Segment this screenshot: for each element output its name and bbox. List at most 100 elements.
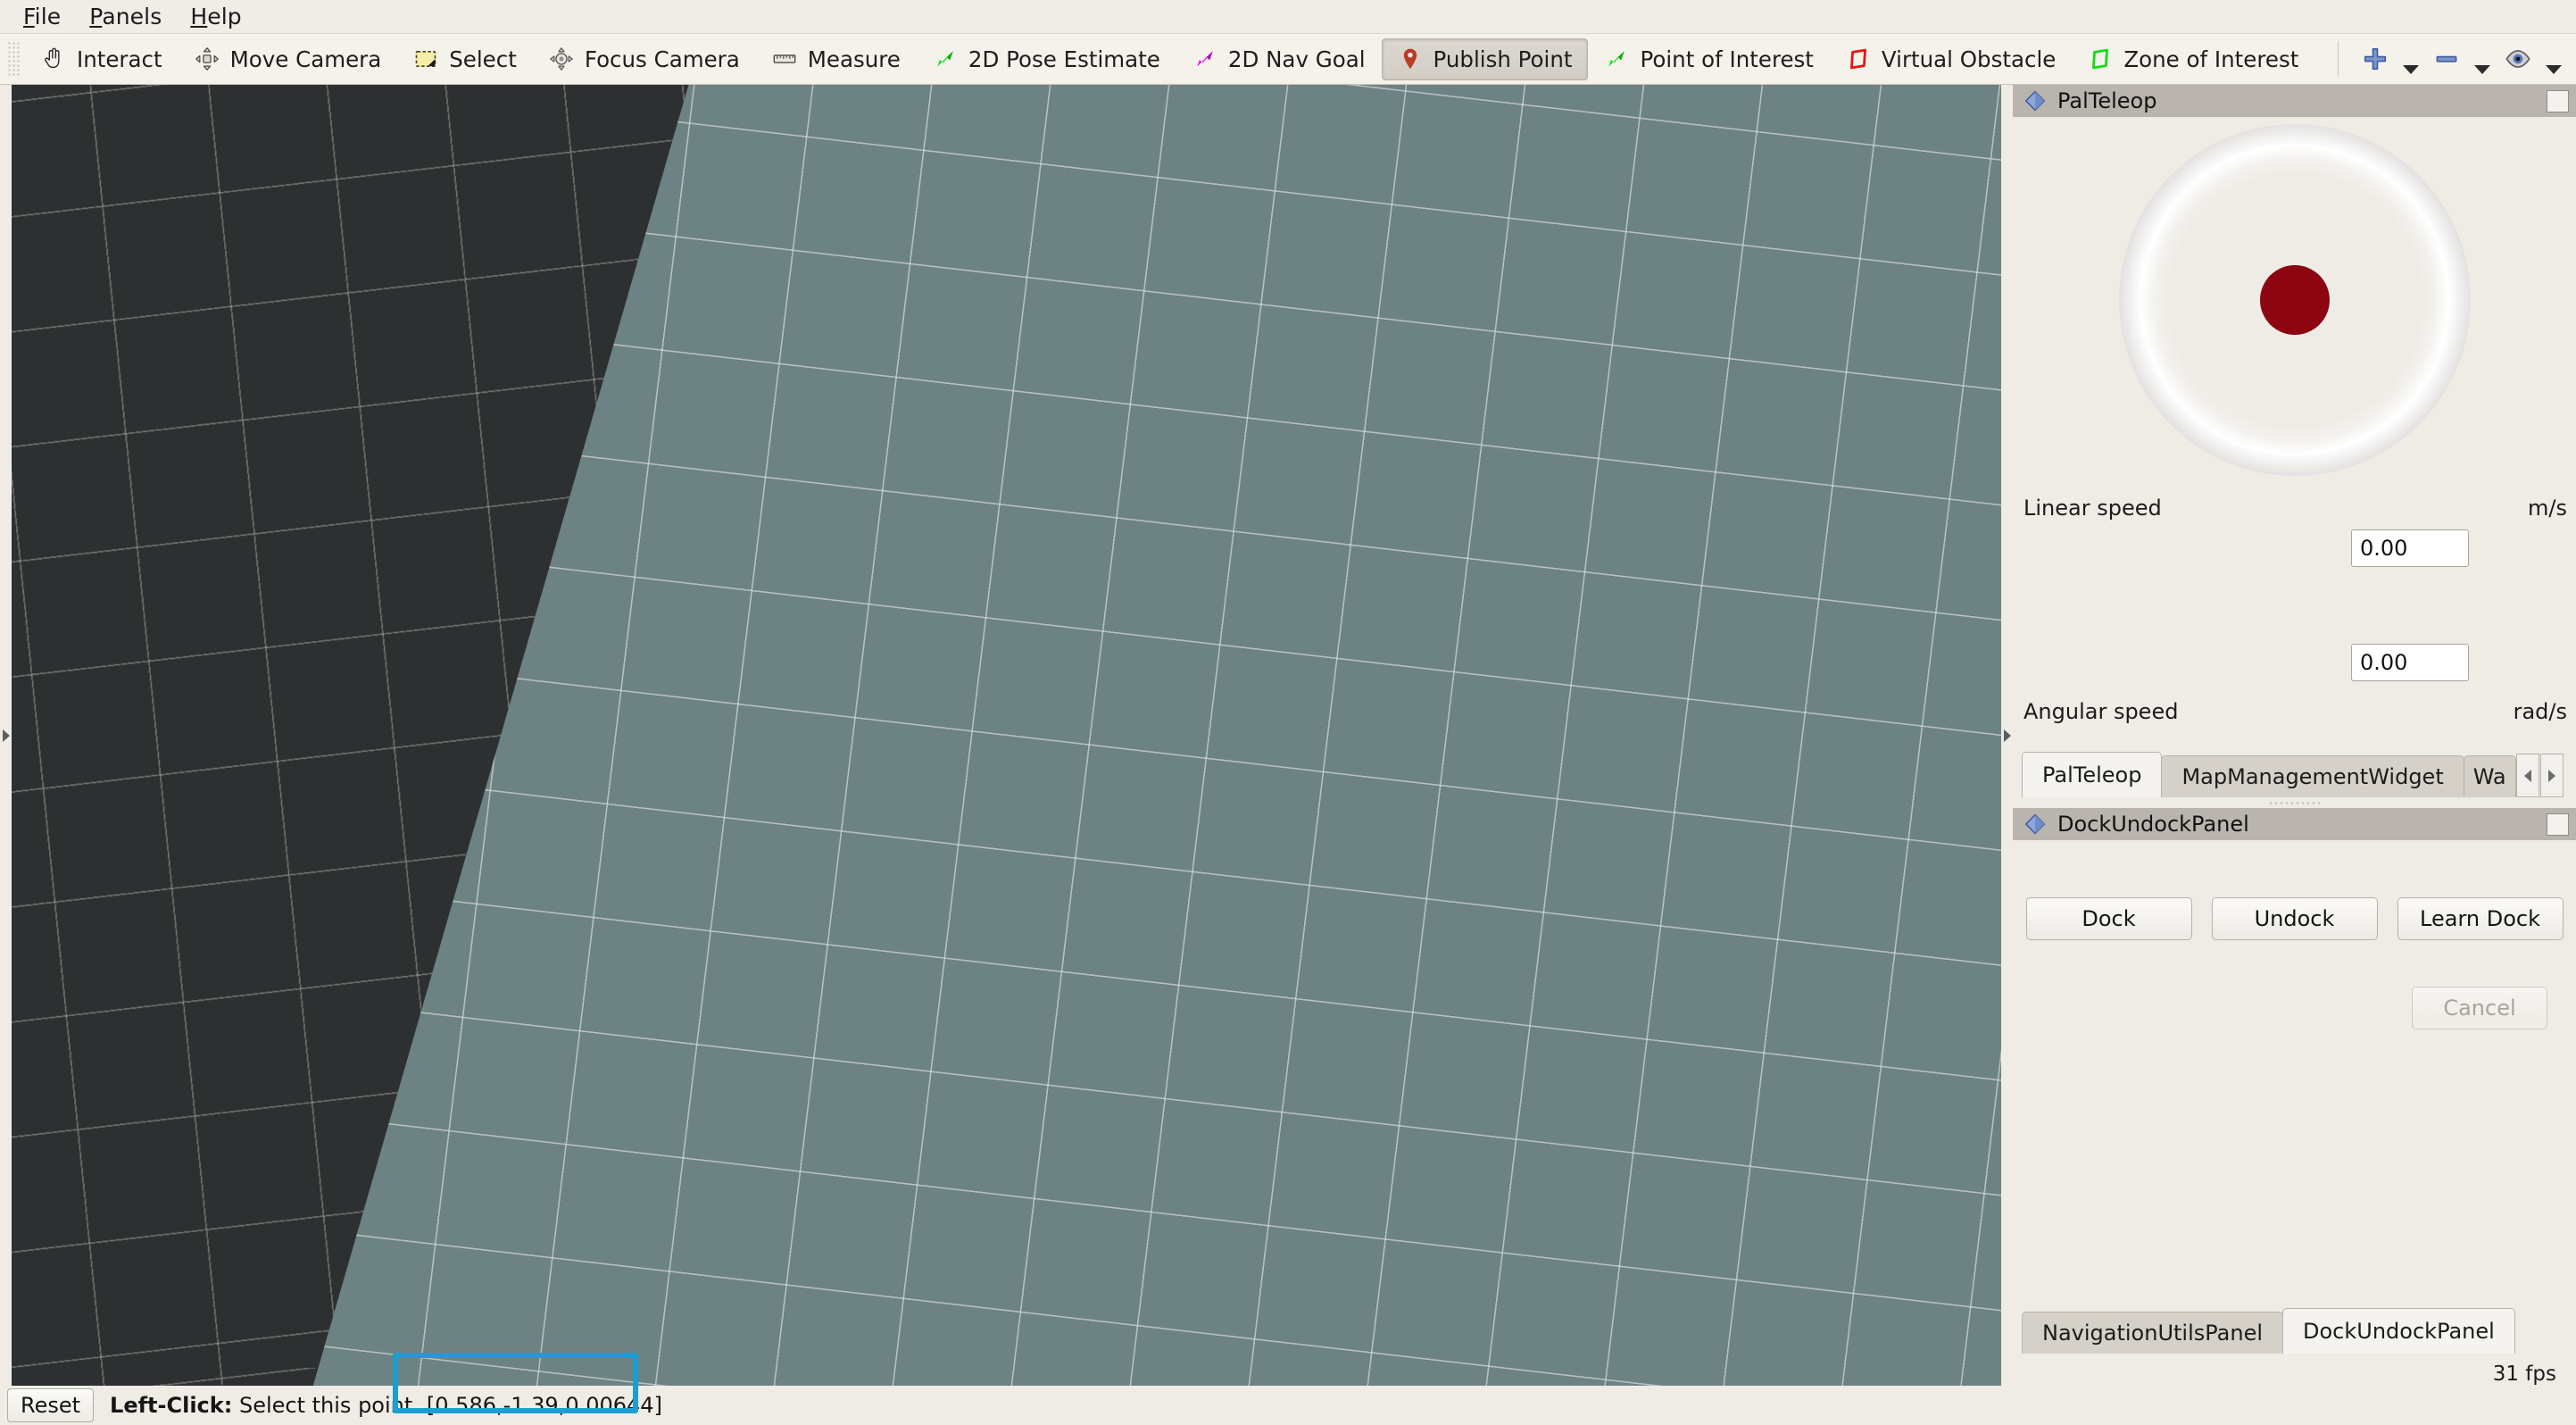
tool-2d-nav-goal-button[interactable]: 2D Nav Goal: [1176, 38, 1382, 80]
menu-panels[interactable]: Panels: [75, 2, 176, 31]
hand-cursor-icon: [41, 46, 66, 71]
visibility-eye-icon[interactable]: [2497, 38, 2539, 79]
tool-measure-button[interactable]: Measure: [756, 38, 917, 80]
left-panel-splitter-handle[interactable]: [0, 85, 12, 1386]
tool-zone-of-interest-button[interactable]: Zone of Interest: [2072, 38, 2314, 80]
cancel-button[interactable]: Cancel: [2412, 987, 2547, 1029]
cancel-row: Cancel: [2013, 940, 2576, 1029]
menu-bar: File Panels Help: [0, 0, 2576, 34]
tool-select-label: Select: [449, 46, 517, 72]
tab-palteleop[interactable]: PalTeleop: [2022, 752, 2163, 797]
linear-speed-label: Linear speed: [2023, 496, 2162, 521]
right-panel-splitter-handle[interactable]: [2001, 85, 2013, 1386]
teleop-joystick[interactable]: [2118, 124, 2471, 476]
reset-button[interactable]: Reset: [7, 1388, 95, 1422]
tool-point-of-interest-label: Point of Interest: [1640, 46, 1814, 72]
green-arrow-icon: [933, 46, 958, 71]
map-pin-icon: [1398, 46, 1423, 71]
tab-dockundockpanel[interactable]: DockUndockPanel: [2282, 1308, 2515, 1354]
tabbar-scroll-right-button[interactable]: [2539, 754, 2564, 797]
tab-mapmanagementwidget[interactable]: MapManagementWidget: [2161, 755, 2464, 797]
menu-file-accel: F: [23, 4, 35, 29]
diamond-icon: [2023, 812, 2047, 836]
tab-waypoint-label: Wa: [2472, 764, 2506, 789]
tool-zone-of-interest-label: Zone of Interest: [2123, 46, 2299, 72]
tool-2d-nav-goal-label: 2D Nav Goal: [1227, 46, 1366, 72]
tool-focus-camera-label: Focus Camera: [584, 46, 740, 72]
add-tool-icon[interactable]: [2355, 38, 2396, 79]
angular-speed-block: Angular speed rad/s: [2013, 612, 2576, 747]
menu-file-label: ile: [34, 4, 62, 29]
tabbar-scroll-left-button[interactable]: [2515, 754, 2539, 797]
menu-file[interactable]: File: [9, 2, 75, 31]
dockundock-float-button[interactable]: [2547, 812, 2569, 836]
tab-waypoint-truncated[interactable]: Wa: [2463, 755, 2516, 797]
tool-point-of-interest-button[interactable]: Point of Interest: [1588, 38, 1829, 80]
red-polygon-icon: [1846, 46, 1871, 71]
remove-tool-icon[interactable]: [2426, 38, 2467, 79]
tools-toolbar: Interact Move Camera Select Focus Camera…: [0, 34, 2576, 85]
angular-speed-label: Angular speed: [2023, 699, 2179, 724]
teleop-tabbar: PalTeleop MapManagementWidget Wa: [2013, 747, 2576, 797]
linear-speed-input[interactable]: [2351, 529, 2469, 567]
select-rectangle-icon: [413, 46, 438, 71]
tool-select-button[interactable]: Select: [397, 38, 533, 80]
add-tool-dropdown-arrow[interactable]: [2399, 38, 2422, 79]
learn-dock-button[interactable]: Learn Dock: [2397, 897, 2564, 940]
tool-move-camera-label: Move Camera: [229, 46, 382, 72]
right-dock-column: PalTeleop Linear speed m/s 0.00 0.00 Ang…: [2013, 85, 2576, 1386]
menu-panels-accel: P: [89, 4, 103, 29]
dockundock-dock-titlebar[interactable]: DockUndockPanel: [2013, 808, 2576, 840]
dock-resize-grip[interactable]: [2013, 797, 2576, 808]
tool-virtual-obstacle-label: Virtual Obstacle: [1881, 46, 2057, 72]
status-hint-action: Left-Click:: [110, 1393, 233, 1418]
toolbar-separator: [2338, 41, 2339, 77]
render-viewport-3d[interactable]: [12, 85, 2001, 1386]
tab-palteleop-label: PalTeleop: [2042, 762, 2142, 788]
chevron-right-icon: [2547, 769, 2555, 782]
toolbar-right-group: [2355, 38, 2565, 79]
palteleop-float-button[interactable]: [2547, 89, 2569, 112]
dock-button[interactable]: Dock: [2025, 897, 2192, 940]
undock-button[interactable]: Undock: [2211, 897, 2378, 940]
green-polygon-icon: [2088, 46, 2113, 71]
joystick-knob[interactable]: [2259, 265, 2330, 335]
visibility-dropdown-arrow[interactable]: [2542, 38, 2565, 79]
dockundock-body: Dock Undock Learn Dock Cancel: [2013, 840, 2576, 1304]
status-hint-text: Select this point.: [232, 1393, 420, 1418]
main-body: PalTeleop Linear speed m/s 0.00 0.00 Ang…: [0, 85, 2576, 1386]
dock-action-buttons: Dock Undock Learn Dock: [2013, 840, 2576, 940]
palteleop-body: Linear speed m/s Angular speed rad/s: [2013, 117, 2576, 747]
splitter-collapse-icon: [2003, 729, 2011, 742]
fps-row: 31 fps: [2013, 1354, 2576, 1386]
green-arrow-icon: [1604, 46, 1629, 71]
status-bar: Reset Left-Click: Select this point. [0.…: [0, 1386, 2576, 1425]
status-hint: Left-Click: Select this point.: [110, 1393, 420, 1418]
grip-dots-icon: [2267, 800, 2322, 805]
menu-help-label: elp: [207, 4, 242, 29]
palteleop-dock-titlebar[interactable]: PalTeleop: [2013, 85, 2576, 117]
menu-help[interactable]: Help: [176, 2, 255, 31]
diamond-icon: [2023, 89, 2047, 112]
rviz-window: File Panels Help Interact Move Camera Se…: [0, 0, 2576, 1425]
tool-2d-pose-estimate-button[interactable]: 2D Pose Estimate: [917, 38, 1176, 80]
remove-tool-dropdown-arrow[interactable]: [2471, 38, 2494, 79]
published-point-coordinates: [0.586,-1.39,0.00644]: [426, 1393, 662, 1418]
chevron-left-icon: [2523, 769, 2531, 782]
tool-publish-point-button[interactable]: Publish Point: [1381, 38, 1589, 80]
tool-virtual-obstacle-button[interactable]: Virtual Obstacle: [1830, 38, 2072, 80]
palteleop-dock-title: PalTeleop: [2057, 88, 2157, 113]
tool-interact-button[interactable]: Interact: [25, 38, 179, 80]
tab-navigationutilspanel[interactable]: NavigationUtilsPanel: [2022, 1312, 2284, 1354]
tool-move-camera-button[interactable]: Move Camera: [179, 38, 398, 80]
joystick-container: [2013, 124, 2576, 476]
tab-navigationutilspanel-label: NavigationUtilsPanel: [2042, 1321, 2264, 1346]
tool-focus-camera-button[interactable]: Focus Camera: [533, 38, 756, 80]
toolbar-drag-handle[interactable]: [7, 41, 20, 77]
angular-speed-input[interactable]: [2351, 644, 2469, 681]
linear-speed-block: Linear speed m/s: [2013, 476, 2576, 612]
dock-tabbar: NavigationUtilsPanel DockUndockPanel: [2013, 1304, 2576, 1354]
tab-mapmanagementwidget-label: MapManagementWidget: [2181, 764, 2444, 789]
magenta-arrow-icon: [1192, 46, 1217, 71]
dockundock-dock-title: DockUndockPanel: [2057, 812, 2249, 837]
